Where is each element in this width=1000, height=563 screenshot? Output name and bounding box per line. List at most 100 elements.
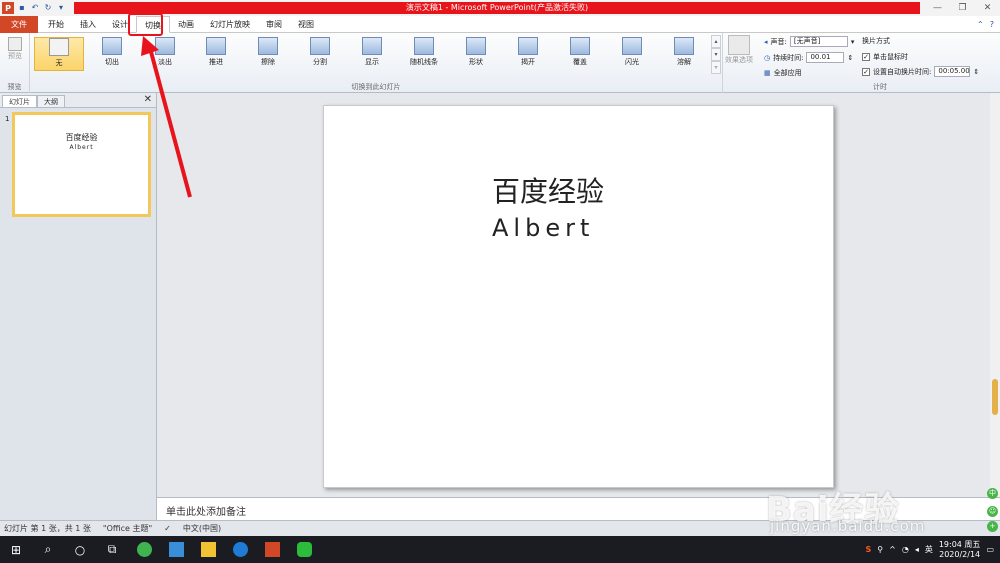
transition-cut[interactable]: 切出 [87,37,137,71]
transition-label: 溶解 [677,58,691,66]
transition-fade[interactable]: 淡出 [140,37,190,71]
app-icon[interactable] [160,536,192,563]
minimize-icon[interactable]: — [925,0,950,16]
spellcheck-icon[interactable]: ✓ [164,524,171,533]
auto-advance-spinner-icon[interactable]: ⇕ [973,68,979,76]
tray-expand-icon[interactable]: ^ [889,545,896,554]
language[interactable]: 中文(中国) [183,523,221,534]
task-view-icon[interactable]: ⧉ [96,536,128,563]
powerpoint-taskbar-icon[interactable] [256,536,288,563]
transition-wipe[interactable]: 擦除 [243,37,293,71]
transition-label: 随机线条 [410,58,438,66]
search-icon[interactable]: ⌕ [32,536,64,563]
tab-slides[interactable]: 幻灯片 [2,95,37,107]
transition-label: 显示 [365,58,379,66]
tab-animations[interactable]: 动画 [170,16,202,33]
side-emoji-icon[interactable]: ☺ [987,506,998,517]
transition-split[interactable]: 分割 [295,37,345,71]
slide-number: 1 [5,115,10,123]
highlight-box [128,13,163,36]
slide-info: 幻灯片 第 1 张，共 1 张 [4,524,91,533]
transition-dissolve[interactable]: 溶解 [659,37,709,71]
transition-uncover[interactable]: 揭开 [503,37,553,71]
transition-cover[interactable]: 覆盖 [555,37,605,71]
transition-label: 擦除 [261,58,275,66]
duration-spinner-icon[interactable]: ⇕ [847,54,853,62]
side-chat-icon[interactable]: 中 [987,488,998,499]
slide-editor: 百度经验 Albert [157,93,1000,497]
tab-insert[interactable]: 插入 [72,16,104,33]
slide-title[interactable]: 百度经验 [492,170,604,210]
tab-view[interactable]: 视图 [290,16,322,33]
transition-label: 分割 [313,58,327,66]
apply-all-icon: ▦ [764,69,771,77]
gallery-more-icon[interactable]: ▿ [711,61,721,74]
ime-indicator[interactable]: 英 [925,544,933,555]
network-icon[interactable]: ◔ [902,545,909,554]
cortana-icon[interactable]: ○ [64,536,96,563]
sound-dropdown-icon[interactable]: ▾ [851,38,855,46]
taskbar: ⊞ ⌕ ○ ⧉ S ⚲ ^ ◔ ◂ 英 19:04 周五 2020/2/14 ▭ [0,536,1000,563]
wechat-icon[interactable] [288,536,320,563]
tab-home[interactable]: 开始 [40,16,72,33]
preview-label: 预览 [8,52,22,60]
file-explorer-icon[interactable] [192,536,224,563]
transition-uncover-icon [518,37,538,55]
effect-options-button[interactable]: 效果选项 [722,35,756,65]
tab-review[interactable]: 审阅 [258,16,290,33]
tab-slideshow[interactable]: 幻灯片放映 [202,16,258,33]
apply-all-button[interactable]: ▦ 全部应用 [764,68,802,78]
customize-icon[interactable]: ▾ [56,3,66,13]
person-icon[interactable]: ⚲ [877,545,883,554]
sound-icon: ◂ [764,37,768,46]
effect-options-label: 效果选项 [725,56,753,64]
ribbon: 预览 预览 无 切出 淡出 推进 擦除 分割 显示 随机线条 形状 揭开 覆盖 … [0,33,1000,93]
tab-outline[interactable]: 大纲 [37,95,65,107]
redo-icon[interactable]: ↻ [43,3,53,13]
transition-wipe-icon [258,37,278,55]
preview-button[interactable]: 预览 [6,37,24,61]
collapse-ribbon-icon[interactable]: ⌃ [977,20,984,29]
preview-group: 预览 预览 [0,33,30,93]
gallery-up-icon[interactable]: ▴ [711,35,721,48]
transition-reveal[interactable]: 显示 [347,37,397,71]
browser-360-icon[interactable] [128,536,160,563]
panel-tabs: 幻灯片 大纲 ✕ [0,93,156,108]
on-click-row: ✓ 单击鼠标时 [862,52,908,62]
transition-shape[interactable]: 形状 [451,37,501,71]
scroll-thumb[interactable] [992,379,998,415]
close-icon[interactable]: ✕ [144,94,152,106]
transition-random-bars[interactable]: 随机线条 [399,37,449,71]
auto-advance-checkbox[interactable]: ✓ [862,67,870,76]
undo-icon[interactable]: ↶ [30,3,40,13]
close-icon[interactable]: ✕ [975,0,1000,16]
auto-advance-input[interactable]: 00:05.00 [934,66,971,77]
slide-canvas[interactable]: 百度经验 Albert [323,105,834,488]
transition-none[interactable]: 无 [34,37,84,71]
save-icon[interactable]: ▪ [17,3,27,13]
slide-subtitle[interactable]: Albert [492,214,594,242]
vertical-scrollbar[interactable] [990,93,1000,497]
sogou-icon[interactable]: S [866,545,872,554]
tab-file[interactable]: 文件 [0,15,38,33]
quick-access-toolbar: P ▪ ↶ ↻ ▾ [0,0,66,16]
transition-flash[interactable]: 闪光 [607,37,657,71]
duration-icon: ◷ [764,53,771,62]
transition-random-bars-icon [414,37,434,55]
transition-push[interactable]: 推进 [191,37,241,71]
notifications-icon[interactable]: ▭ [986,545,994,554]
transition-label: 切出 [105,58,119,66]
help-icon[interactable]: ? [990,20,994,29]
slide-thumbnail[interactable]: 百度经验 Albert [12,112,151,217]
on-click-checkbox[interactable]: ✓ [862,53,870,61]
gallery-down-icon[interactable]: ▾ [711,48,721,61]
windows-start-icon[interactable]: ⊞ [0,536,32,563]
clock[interactable]: 19:04 周五 2020/2/14 [939,540,981,560]
duration-input[interactable]: 00.01 [806,52,845,63]
transition-none-icon [49,38,69,56]
restore-icon[interactable]: ❐ [950,0,975,16]
edge-icon[interactable] [224,536,256,563]
sound-select[interactable]: [无声音] [789,36,848,47]
side-plus-icon[interactable]: + [987,521,998,532]
volume-icon[interactable]: ◂ [915,545,919,554]
